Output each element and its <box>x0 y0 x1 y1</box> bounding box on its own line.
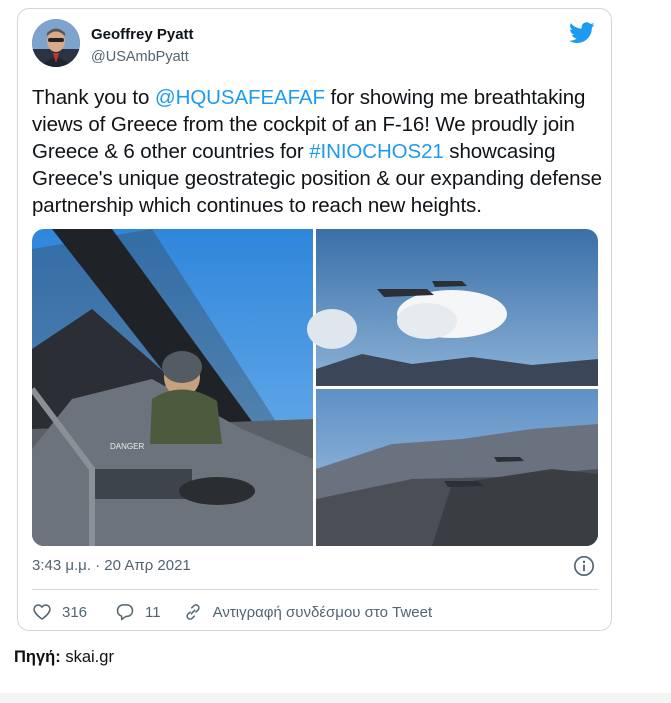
author-name[interactable]: Geoffrey Pyatt <box>91 26 194 43</box>
source-value: skai.gr <box>65 648 114 666</box>
hashtag-link[interactable]: #INIOCHOS21 <box>309 140 444 163</box>
author-handle[interactable]: @USAmbPyatt <box>91 49 189 65</box>
source-line: Πηγή: skai.gr <box>14 648 114 667</box>
copy-link-label: Αντιγραφή συνδέσμου στο Tweet <box>212 603 433 621</box>
copy-link-button[interactable]: Αντιγραφή συνδέσμου στο Tweet <box>183 602 433 622</box>
like-count: 316 <box>62 603 88 621</box>
cockpit-photo[interactable]: DANGER <box>32 229 313 546</box>
tweet-text-part: Thank you to <box>32 86 155 109</box>
info-icon[interactable] <box>573 555 595 577</box>
action-bar: 316 11 Αντιγραφή συνδέσμου στο Tweet <box>32 600 432 624</box>
author-avatar[interactable] <box>32 19 80 67</box>
page-bottom-band <box>0 693 671 703</box>
link-chain-icon <box>185 604 200 620</box>
media-grid: DANGER <box>32 229 598 546</box>
twitter-bird-icon[interactable] <box>569 22 595 44</box>
tweet-text: Thank you to @HQUSAFEAFAF for showing me… <box>32 84 602 219</box>
divider <box>32 589 598 590</box>
source-label: Πηγή: <box>14 648 61 666</box>
reply-bubble-icon <box>116 604 134 621</box>
tweet-timestamp[interactable]: 3:43 μ.μ. · 20 Απρ 2021 <box>32 557 191 574</box>
reply-count: 11 <box>145 603 161 621</box>
jets-mountains-photo[interactable] <box>316 389 598 546</box>
jets-clouds-photo[interactable] <box>307 229 598 386</box>
like-button[interactable]: 316 <box>32 602 87 622</box>
tweet-card[interactable]: Geoffrey Pyatt @USAmbPyatt Thank you to … <box>17 8 612 631</box>
reply-button[interactable]: 11 <box>115 602 161 622</box>
svg-text:DANGER: DANGER <box>110 442 144 451</box>
mention-link[interactable]: @HQUSAFEAFAF <box>155 86 325 109</box>
heart-icon <box>33 604 51 620</box>
